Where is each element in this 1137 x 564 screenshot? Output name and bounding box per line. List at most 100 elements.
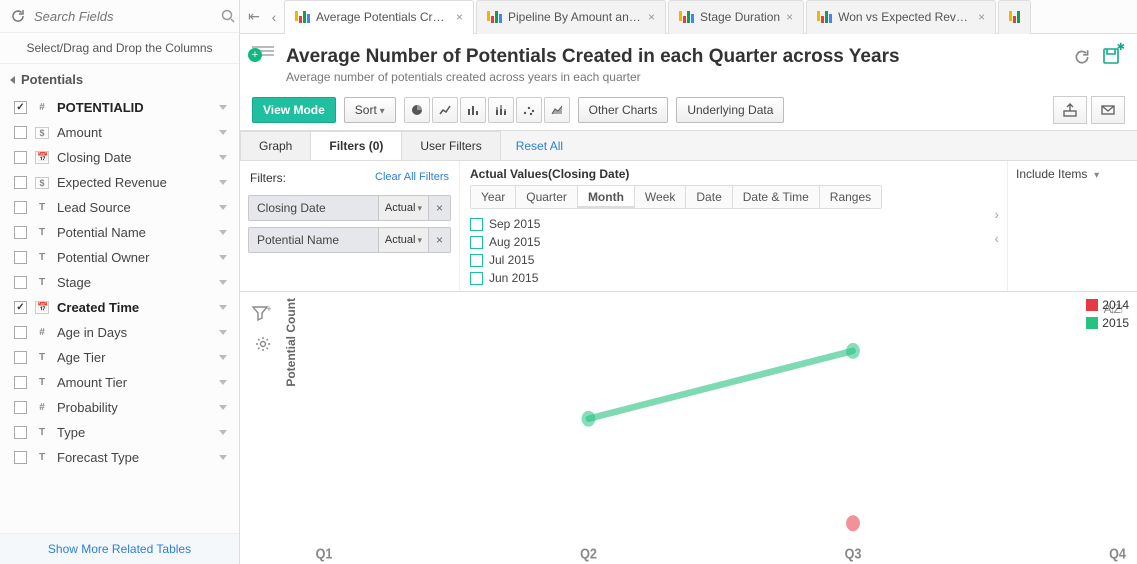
legend-item[interactable]: 2015 <box>1086 316 1129 330</box>
field-menu-icon[interactable] <box>219 280 227 285</box>
scroll-right-icon[interactable]: › <box>994 206 999 222</box>
month-option[interactable]: Aug 2015 <box>470 235 997 249</box>
checkbox-icon[interactable] <box>14 351 27 364</box>
field-row-age-in-days[interactable]: # Age in Days <box>0 320 239 345</box>
subtab-filters[interactable]: Filters (0) <box>310 131 402 160</box>
checkbox-icon[interactable] <box>470 254 483 267</box>
close-icon[interactable]: × <box>786 10 793 24</box>
filter-chip[interactable]: Potential Name Actual × <box>248 227 451 253</box>
tab[interactable]: Stage Duration × <box>668 0 804 34</box>
close-icon[interactable]: × <box>978 10 985 24</box>
scroll-left-icon[interactable]: ‹ <box>994 230 999 246</box>
checkbox-icon[interactable] <box>14 251 27 264</box>
clear-all-filters[interactable]: Clear All Filters <box>375 171 449 183</box>
month-option[interactable]: Sep 2015 <box>470 217 997 231</box>
checkbox-icon[interactable] <box>14 301 27 314</box>
field-menu-icon[interactable] <box>219 355 227 360</box>
field-menu-icon[interactable] <box>219 255 227 260</box>
field-menu-icon[interactable] <box>219 305 227 310</box>
collapse-panel-icon[interactable]: ⇤ <box>244 8 264 25</box>
add-icon[interactable]: + <box>248 48 262 62</box>
checkbox-icon[interactable] <box>14 451 27 464</box>
save-icon[interactable]: ✱ <box>1101 46 1121 71</box>
include-items-dropdown[interactable]: Include Items <box>1007 161 1137 291</box>
month-option[interactable]: Jun 2015 <box>470 271 997 285</box>
remove-chip-icon[interactable]: × <box>428 228 450 252</box>
checkbox-icon[interactable] <box>14 151 27 164</box>
checkbox-icon[interactable] <box>14 176 27 189</box>
filter-chip[interactable]: Closing Date Actual × <box>248 195 451 221</box>
chip-mode-dropdown[interactable]: Actual <box>378 196 428 220</box>
field-row-age-tier[interactable]: T Age Tier <box>0 345 239 370</box>
checkbox-icon[interactable] <box>14 426 27 439</box>
checkbox-icon[interactable] <box>14 101 27 114</box>
search-icon[interactable] <box>220 8 236 24</box>
bar-chart-icon[interactable] <box>460 97 486 123</box>
potentials-group-header[interactable]: Potentials <box>0 64 239 95</box>
checkbox-icon[interactable] <box>14 126 27 139</box>
field-menu-icon[interactable] <box>219 330 227 335</box>
prev-tab-icon[interactable]: ‹ <box>264 9 284 25</box>
checkbox-icon[interactable] <box>14 226 27 239</box>
range-tab-date[interactable]: Date <box>686 186 732 208</box>
export-icon[interactable] <box>1053 96 1087 124</box>
report-stack-icon[interactable]: + <box>252 46 274 56</box>
field-row-potential-name[interactable]: T Potential Name <box>0 220 239 245</box>
field-menu-icon[interactable] <box>219 230 227 235</box>
field-row-potential-owner[interactable]: T Potential Owner <box>0 245 239 270</box>
refresh-icon[interactable] <box>10 8 26 24</box>
checkbox-icon[interactable] <box>470 218 483 231</box>
checkbox-icon[interactable] <box>14 376 27 389</box>
range-tab-week[interactable]: Week <box>635 186 686 208</box>
tab[interactable]: Average Potentials Creat… * × <box>284 0 474 34</box>
pie-chart-icon[interactable] <box>404 97 430 123</box>
other-charts-button[interactable]: Other Charts <box>578 97 669 123</box>
settings-icon[interactable] <box>248 335 278 356</box>
field-row-closing-date[interactable]: 📅 Closing Date <box>0 145 239 170</box>
line-chart-icon[interactable] <box>432 97 458 123</box>
field-menu-icon[interactable] <box>219 205 227 210</box>
field-row-amount-tier[interactable]: T Amount Tier <box>0 370 239 395</box>
field-row-potentialid[interactable]: # POTENTIALID <box>0 95 239 120</box>
close-icon[interactable]: × <box>456 10 463 24</box>
field-row-probability[interactable]: # Probability <box>0 395 239 420</box>
close-icon[interactable]: × <box>648 10 655 24</box>
stacked-bar-icon[interactable] <box>488 97 514 123</box>
field-row-type[interactable]: T Type <box>0 420 239 445</box>
underlying-data-button[interactable]: Underlying Data <box>676 97 784 123</box>
checkbox-icon[interactable] <box>470 272 483 285</box>
range-tab-date-time[interactable]: Date & Time <box>733 186 820 208</box>
field-menu-icon[interactable] <box>219 405 227 410</box>
search-input[interactable] <box>34 9 212 24</box>
checkbox-icon[interactable] <box>14 201 27 214</box>
show-more-tables[interactable]: Show More Related Tables <box>0 533 239 564</box>
field-row-lead-source[interactable]: T Lead Source <box>0 195 239 220</box>
month-option[interactable]: Jul 2015 <box>470 253 997 267</box>
field-menu-icon[interactable] <box>219 430 227 435</box>
checkbox-icon[interactable] <box>14 401 27 414</box>
field-row-stage[interactable]: T Stage <box>0 270 239 295</box>
field-menu-icon[interactable] <box>219 180 227 185</box>
range-tab-year[interactable]: Year <box>471 186 516 208</box>
refresh-report-icon[interactable] <box>1073 48 1091 69</box>
checkbox-icon[interactable] <box>470 236 483 249</box>
subtab-graph[interactable]: Graph <box>240 131 311 160</box>
field-row-created-time[interactable]: 📅 Created Time <box>0 295 239 320</box>
chip-mode-dropdown[interactable]: Actual <box>378 228 428 252</box>
legend-item[interactable]: 2014 <box>1086 298 1129 312</box>
field-row-forecast-type[interactable]: T Forecast Type <box>0 445 239 470</box>
view-mode-button[interactable]: View Mode <box>252 97 336 123</box>
tab[interactable]: Won vs Expected Revenu… × <box>806 0 996 34</box>
scatter-chart-icon[interactable] <box>516 97 542 123</box>
area-chart-icon[interactable] <box>544 97 570 123</box>
remove-chip-icon[interactable]: × <box>428 196 450 220</box>
field-row-amount[interactable]: $ Amount <box>0 120 239 145</box>
subtab-user-filters[interactable]: User Filters <box>401 131 500 160</box>
field-row-expected-revenue[interactable]: $ Expected Revenue <box>0 170 239 195</box>
reset-all-link[interactable]: Reset All <box>516 139 563 153</box>
range-tab-month[interactable]: Month <box>578 186 635 208</box>
checkbox-icon[interactable] <box>14 276 27 289</box>
field-menu-icon[interactable] <box>219 105 227 110</box>
sort-button[interactable]: Sort <box>344 97 396 123</box>
field-menu-icon[interactable] <box>219 380 227 385</box>
